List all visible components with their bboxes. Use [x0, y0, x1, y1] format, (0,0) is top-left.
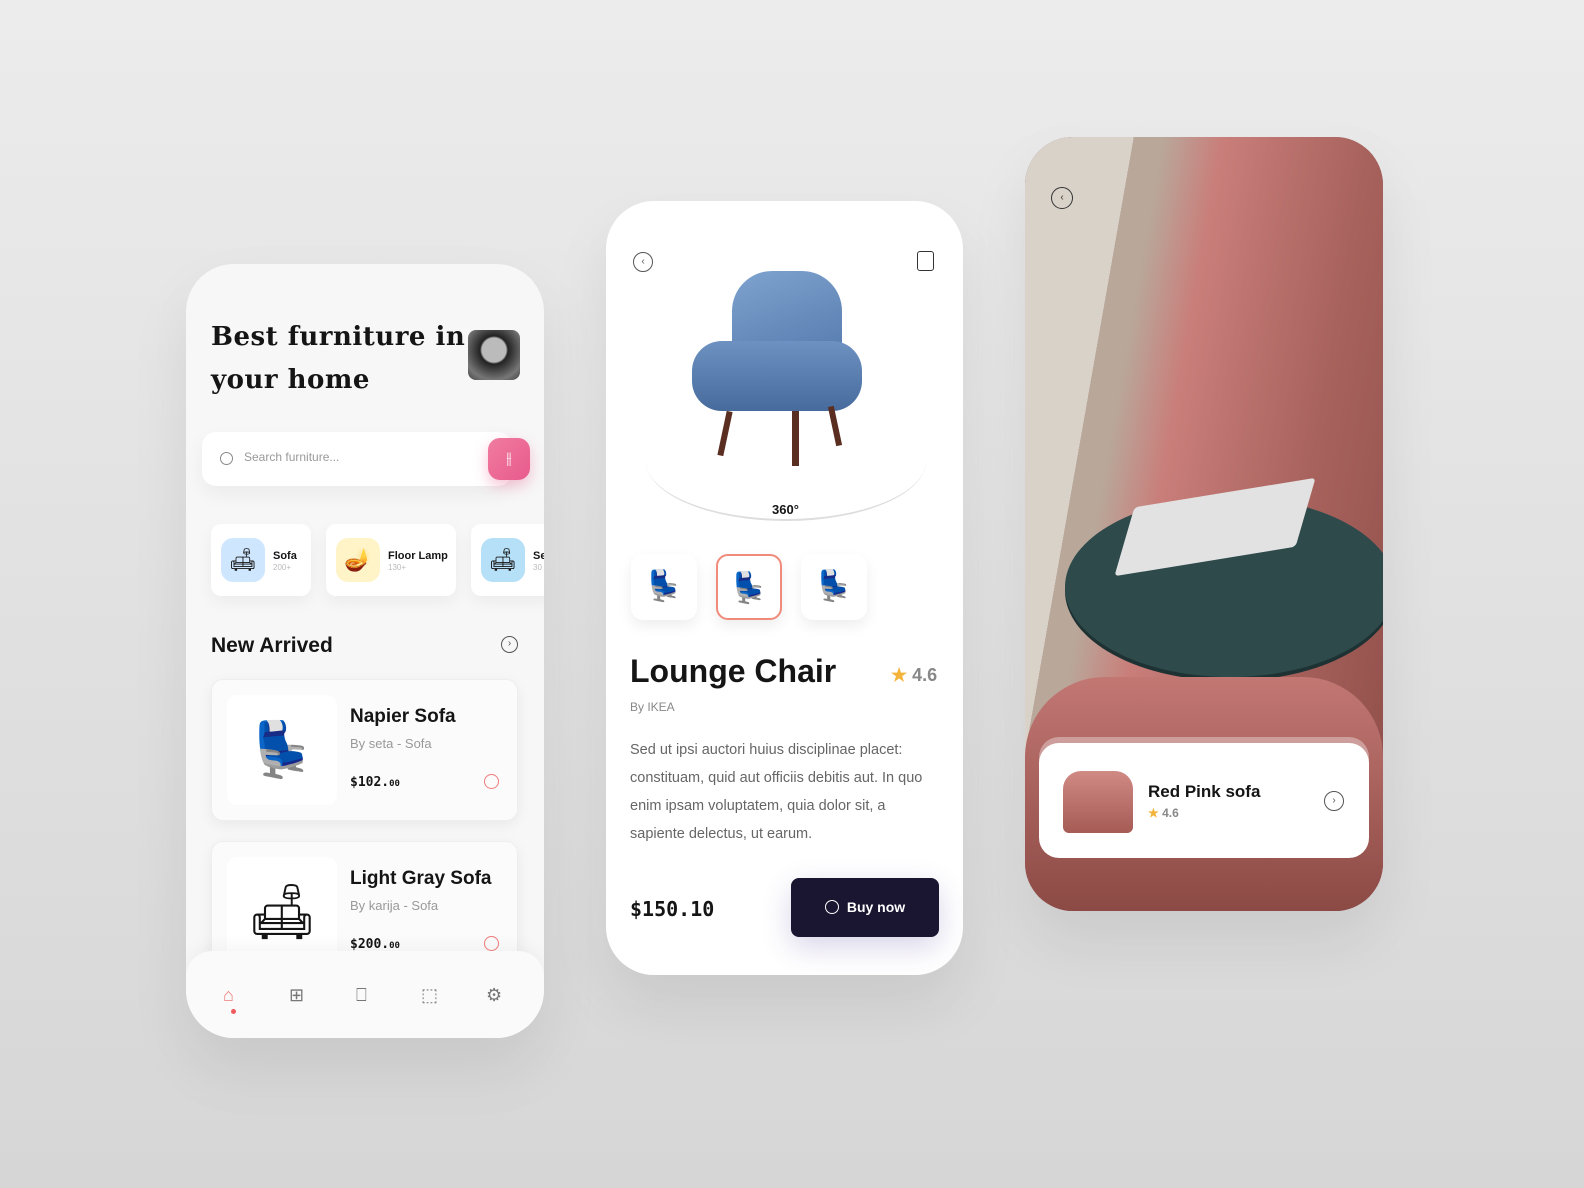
category-name: Floor Lamp	[388, 550, 448, 562]
ar-view-screen: ‹ Red Pink sofa ★ 4.6 ›	[1025, 137, 1383, 911]
category-name: Se	[533, 550, 544, 562]
category-count: 130+	[388, 563, 407, 572]
settee-icon: 🛋	[481, 538, 525, 582]
home-screen: Best furniture in your home Search furnit…	[186, 264, 544, 1038]
product-by: By seta - Sofa	[350, 736, 432, 751]
sofa-icon: 🛋	[221, 538, 265, 582]
cart-icon[interactable]	[484, 774, 499, 789]
bookmark-icon[interactable]: ⎕	[356, 985, 367, 1006]
category-settee[interactable]: 🛋 Se 30	[471, 524, 544, 596]
product-card[interactable]: 💺 Napier Sofa By seta - Sofa $102.00	[211, 679, 518, 821]
thumbnail[interactable]: 💺	[631, 554, 697, 620]
product-price: $102.00	[350, 775, 400, 790]
category-sofa[interactable]: 🛋 Sofa 200+	[211, 524, 311, 596]
star-icon: ★	[1148, 806, 1159, 820]
buy-now-button[interactable]: Buy now	[791, 878, 939, 937]
product-card[interactable]: Red Pink sofa ★ 4.6 ›	[1039, 743, 1369, 858]
home-title: Best furniture in your home	[211, 322, 466, 395]
search-input[interactable]: Search furniture...	[202, 432, 512, 486]
brand: By IKEA	[630, 700, 675, 714]
bottom-nav: ⌂ ⊞ ⎕ ⬚ ⚙	[186, 951, 544, 1038]
grid-icon[interactable]: ⊞	[289, 985, 304, 1006]
360-badge[interactable]: 360°	[766, 502, 805, 517]
search-icon	[220, 452, 233, 465]
product-by: By karija - Sofa	[350, 898, 439, 913]
chevron-right-icon[interactable]: ›	[1324, 791, 1344, 811]
section-title: New Arrived	[211, 634, 333, 657]
back-icon[interactable]: ‹	[1051, 187, 1073, 209]
category-floor-lamp[interactable]: 🪔 Floor Lamp 130+	[326, 524, 456, 596]
product-price: $200.00	[350, 937, 400, 952]
star-icon: ★	[891, 665, 908, 685]
home-icon[interactable]: ⌂	[223, 985, 234, 1006]
thumbnail[interactable]: 💺	[801, 554, 867, 620]
search-placeholder: Search furniture...	[244, 450, 340, 464]
category-count: 200+	[273, 563, 292, 572]
product-image: 💺	[227, 695, 337, 805]
category-name: Sofa	[273, 550, 297, 562]
category-count: 30	[533, 563, 542, 572]
cart-icon	[824, 900, 839, 914]
active-indicator	[231, 1009, 236, 1014]
product-title: Lounge Chair	[630, 653, 837, 689]
rating: ★ 4.6	[891, 665, 938, 685]
rating: ★ 4.6	[1148, 806, 1179, 820]
product-name: Light Gray Sofa	[350, 868, 492, 889]
chevron-right-icon[interactable]: ›	[501, 636, 518, 653]
product-image	[1063, 771, 1133, 833]
product-name: Napier Sofa	[350, 706, 456, 727]
avatar[interactable]	[468, 330, 520, 380]
settings-icon[interactable]: ⚙	[486, 985, 502, 1006]
price: $150.10	[630, 897, 715, 921]
filter-button[interactable]: ⫲	[488, 438, 530, 480]
product-name: Red Pink sofa	[1148, 782, 1261, 801]
lamp-icon: 🪔	[336, 538, 380, 582]
product-detail-screen: ‹ 360° 💺 💺 💺 Lounge Chair ★ 4.6 By IKEA …	[606, 201, 963, 975]
cart-icon[interactable]	[484, 936, 499, 951]
description: Sed ut ipsi auctori huius disciplinae pl…	[630, 742, 923, 842]
chair-image	[692, 271, 872, 471]
thumbnail-selected[interactable]: 💺	[716, 554, 782, 620]
chart-icon[interactable]: ⬚	[421, 985, 438, 1006]
